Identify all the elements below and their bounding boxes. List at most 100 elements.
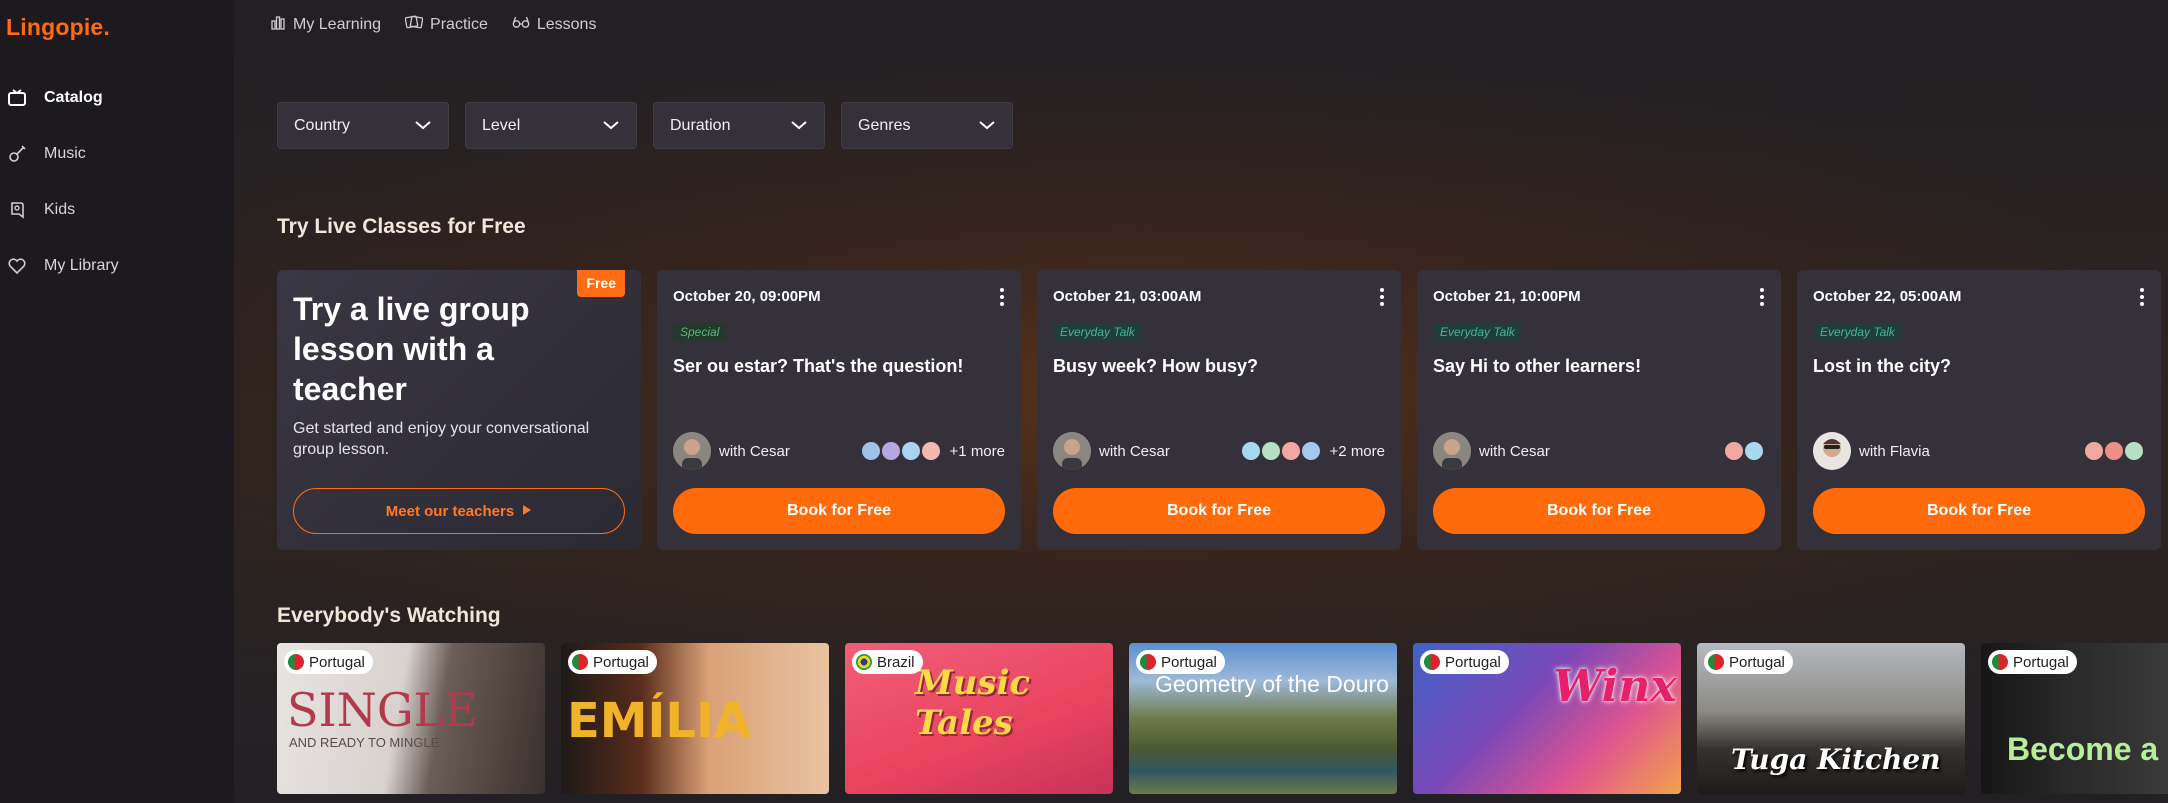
class-card: October 20, 09:00PM Special Ser ou estar… (657, 270, 1021, 550)
class-date: October 21, 03:00AM (1053, 288, 1202, 305)
more-options-icon[interactable] (1377, 286, 1387, 308)
learner-avatar (1279, 440, 1302, 462)
sidebar: Lingopie. Catalog Music Kids My Library (0, 0, 234, 803)
learner-avatars: +1 more (859, 440, 1005, 462)
country-badge: Portugal (1420, 650, 1509, 674)
filter-label: Level (482, 116, 521, 134)
portugal-flag-icon (1140, 654, 1156, 670)
learner-avatar (1259, 440, 1282, 462)
portugal-flag-icon (288, 654, 304, 670)
nav-my-learning[interactable]: My Learning (270, 14, 381, 35)
class-title: Lost in the city? (1813, 356, 1952, 376)
show-title: Become a l (2007, 731, 2168, 767)
class-date: October 22, 05:00AM (1813, 288, 1962, 305)
show-card[interactable]: SINGLE AND READY TO MINGLE Portugal (277, 643, 545, 794)
show-title: Winx (1553, 661, 1677, 712)
sidebar-item-music[interactable]: Music (6, 139, 86, 169)
sidebar-item-kids[interactable]: Kids (6, 195, 75, 225)
class-title: Say Hi to other learners! (1433, 356, 1642, 376)
class-tag: Everyday Talk (1813, 323, 1902, 341)
level-filter[interactable]: Level (465, 102, 637, 149)
filter-label: Duration (670, 116, 731, 134)
meet-teachers-button[interactable]: Meet our teachers (293, 488, 625, 534)
tv-icon (6, 87, 28, 109)
country-badge: Portugal (284, 650, 373, 674)
class-tag: Everyday Talk (1433, 323, 1522, 341)
show-title: SINGLE (287, 683, 478, 737)
class-tag: Special (673, 323, 727, 341)
book-for-free-button[interactable]: Book for Free (1813, 488, 2145, 534)
sidebar-item-my-library[interactable]: My Library (6, 251, 119, 281)
country-badge: Portugal (1136, 650, 1225, 674)
show-card[interactable]: Geometry of the Douro Portugal (1129, 643, 1397, 794)
logo[interactable]: Lingopie. (6, 14, 110, 41)
sidebar-item-catalog[interactable]: Catalog (6, 83, 103, 113)
live-classes-title: Try Live Classes for Free (277, 215, 526, 238)
country-badge: Brazil (852, 650, 923, 674)
sidebar-item-label: Music (44, 145, 86, 162)
teacher-info: with Cesar (1053, 432, 1170, 470)
nav-label: Practice (430, 15, 488, 33)
teacher-avatar (1053, 432, 1091, 470)
show-card[interactable]: Become a l Portugal (1981, 643, 2168, 794)
more-options-icon[interactable] (1757, 286, 1767, 308)
filter-label: Country (294, 116, 351, 134)
bar-chart-icon (270, 14, 286, 35)
teacher-info: with Cesar (673, 432, 790, 470)
teacher-name: with Cesar (1099, 442, 1170, 460)
nav-lessons[interactable]: Lessons (512, 14, 597, 35)
portugal-flag-icon (1992, 654, 2008, 670)
kids-icon (6, 199, 28, 221)
heart-icon (6, 255, 28, 277)
show-card[interactable]: Music Tales Brazil (845, 643, 1113, 794)
class-date: October 20, 09:00PM (673, 288, 821, 305)
learner-avatars (1723, 440, 1765, 462)
chevron-down-icon (978, 117, 996, 135)
teacher-info: with Flavia (1813, 432, 1930, 470)
brazil-flag-icon (856, 654, 872, 670)
show-title: Music Tales (915, 663, 1031, 743)
learner-avatar (2123, 440, 2145, 462)
duration-filter[interactable]: Duration (653, 102, 825, 149)
country-label: Portugal (1729, 653, 1785, 671)
teacher-name: with Cesar (719, 442, 790, 460)
guitar-icon (6, 143, 28, 165)
nav-label: Lessons (536, 15, 597, 33)
show-card[interactable]: Tuga Kitchen Portugal (1697, 643, 1965, 794)
country-badge: Portugal (1988, 650, 2077, 674)
everybodys-watching-title: Everybody's Watching (277, 604, 501, 627)
country-label: Portugal (1161, 653, 1217, 671)
teacher-info: with Cesar (1433, 432, 1550, 470)
show-title: Geometry of the Douro (1155, 671, 1389, 697)
class-card: October 21, 10:00PM Everyday Talk Say Hi… (1417, 270, 1781, 550)
book-for-free-button[interactable]: Book for Free (1433, 488, 1765, 534)
book-for-free-button[interactable]: Book for Free (673, 488, 1005, 534)
sidebar-item-label: My Library (44, 257, 119, 274)
country-label: Portugal (2013, 653, 2069, 671)
book-for-free-button[interactable]: Book for Free (1053, 488, 1385, 534)
country-badge: Portugal (1704, 650, 1793, 674)
top-nav: My Learning Practice Lessons (270, 14, 596, 35)
country-filter[interactable]: Country (277, 102, 449, 149)
play-icon (522, 503, 532, 520)
chevron-down-icon (790, 117, 808, 135)
live-lesson-promo-card: Free Try a live group lesson with a teac… (277, 270, 641, 550)
learners-more: +1 more (949, 442, 1005, 460)
learners-more: +2 more (1329, 442, 1385, 460)
genres-filter[interactable]: Genres (841, 102, 1013, 149)
show-card[interactable]: Winx Portugal (1413, 643, 1681, 794)
learner-avatar (879, 440, 902, 462)
more-options-icon[interactable] (2137, 286, 2147, 308)
sidebar-item-label: Kids (44, 201, 76, 218)
teacher-name: with Flavia (1859, 442, 1930, 460)
class-title: Busy week? How busy? (1053, 356, 1259, 376)
learner-avatar (919, 440, 942, 462)
nav-practice[interactable]: Practice (404, 14, 488, 35)
show-card[interactable]: EMÍLIA Portugal (561, 643, 829, 794)
learner-avatars: +2 more (1239, 440, 1385, 462)
glasses-icon (512, 15, 530, 34)
show-title: Tuga Kitchen (1731, 743, 1941, 776)
more-options-icon[interactable] (997, 286, 1007, 308)
teacher-avatar (1433, 432, 1471, 470)
learner-avatar (2083, 440, 2105, 462)
